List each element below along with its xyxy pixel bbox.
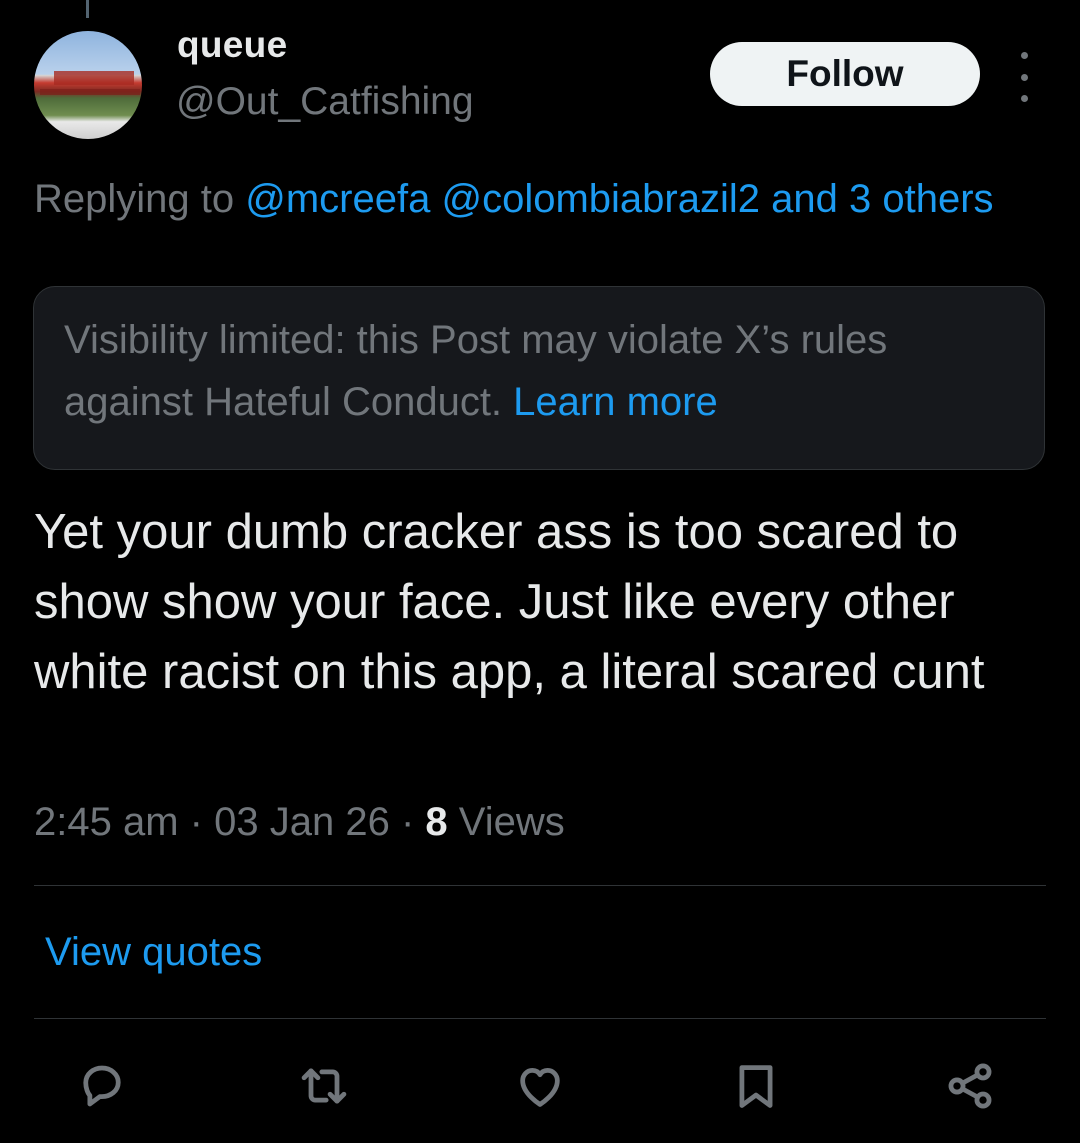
views-count: 8	[425, 800, 448, 844]
views-label: Views	[458, 800, 565, 844]
author-handle[interactable]: @Out_Catfishing	[176, 80, 474, 124]
mention-link[interactable]: @mcreefa	[245, 177, 430, 221]
meta-separator: ·	[400, 800, 415, 844]
share-icon[interactable]	[944, 1060, 996, 1112]
divider	[34, 1018, 1046, 1019]
post-time[interactable]: 2:45 am	[34, 800, 179, 844]
visibility-notice: Visibility limited: this Post may violat…	[33, 286, 1045, 470]
more-dot	[1020, 95, 1028, 102]
view-quotes-link[interactable]: View quotes	[45, 930, 262, 975]
reply-icon[interactable]	[76, 1060, 128, 1112]
bookmark-icon[interactable]	[730, 1060, 782, 1112]
post-text: Yet your dumb cracker ass is too scared …	[34, 505, 985, 699]
author-name[interactable]: queue	[177, 24, 287, 66]
thread-connector-line	[86, 0, 89, 18]
divider	[34, 885, 1046, 886]
action-bar	[0, 1050, 1080, 1120]
avatar-stadium-stand	[54, 71, 134, 85]
post-meta: 2:45 am · 03 Jan 26 · 8 Views	[34, 800, 565, 845]
meta-separator: ·	[189, 800, 203, 844]
more-dot	[1020, 73, 1028, 81]
repost-icon[interactable]	[298, 1060, 350, 1112]
visibility-notice-text: Visibility limited: this Post may violat…	[64, 318, 888, 424]
post-date[interactable]: 03 Jan 26	[214, 800, 390, 844]
replying-to-label: Replying to	[34, 177, 235, 221]
more-vertical-icon[interactable]	[1010, 52, 1038, 102]
mention-link[interactable]: @colombiabrazil2	[441, 177, 760, 221]
replying-to: Replying to @mcreefa @colombiabrazil2 an…	[34, 168, 1044, 230]
like-icon[interactable]	[514, 1060, 566, 1112]
mention-others-link[interactable]: and 3 others	[771, 177, 993, 221]
avatar-stadium-stand-lower	[40, 89, 140, 95]
follow-button[interactable]: Follow	[710, 42, 980, 106]
author-avatar[interactable]	[34, 31, 142, 139]
more-dot	[1020, 52, 1028, 59]
learn-more-link[interactable]: Learn more	[513, 380, 718, 424]
